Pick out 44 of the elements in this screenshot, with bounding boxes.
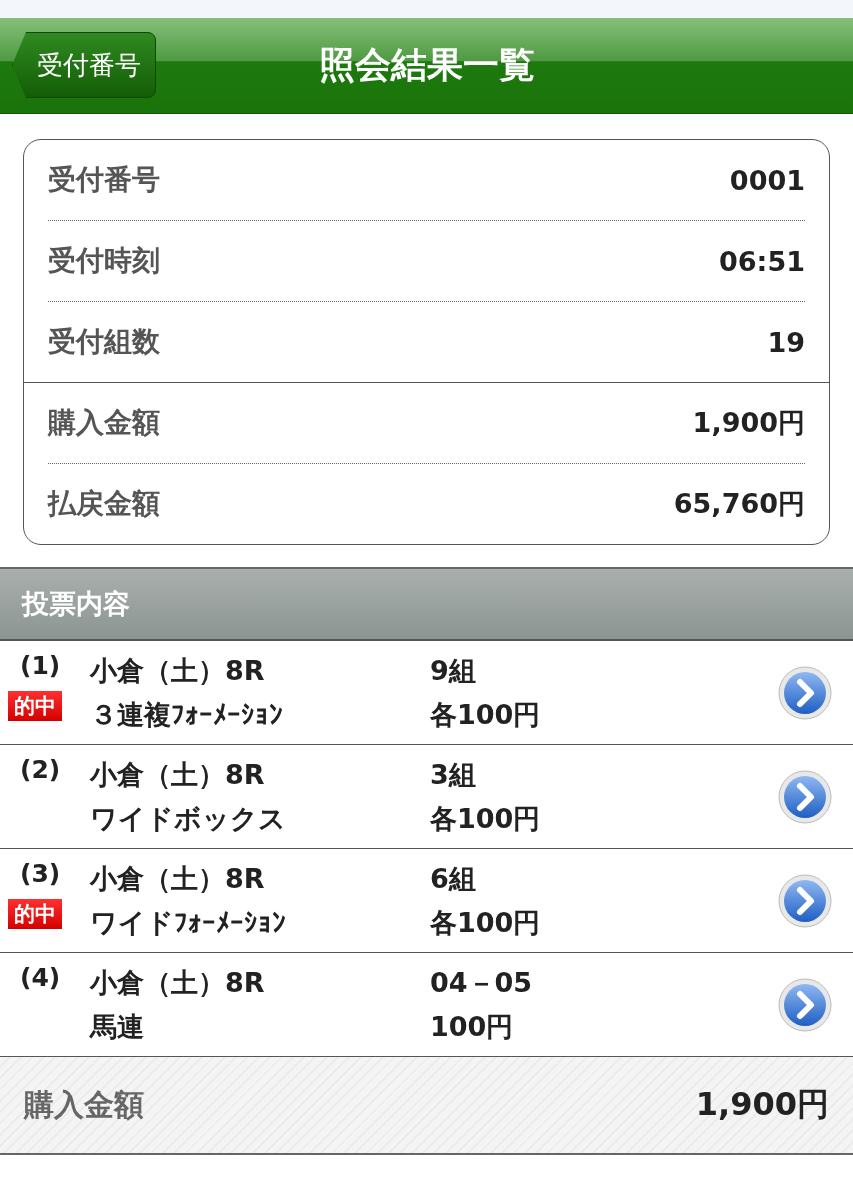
back-button[interactable]: 受付番号 [12,32,156,98]
bet-number: (3) [20,859,61,890]
hit-badge: 的中 [8,691,62,721]
race-name: 小倉（土）8R [90,965,266,1000]
bet-row[interactable]: (2) 小倉（土）8R ワイドボックス 3組 各100円 [0,745,853,849]
summary-value: 06:51 [719,245,805,277]
chevron-right-icon[interactable] [777,976,833,1033]
bet-count: 9組 [430,653,477,688]
bet-amount: 各100円 [430,801,542,836]
bet-number: (4) [20,963,61,994]
section-title: 投票内容 [22,587,130,621]
bet-count: 6組 [430,861,477,896]
summary-value: 0001 [729,164,805,196]
bet-amount: 各100円 [430,697,542,732]
bet-number: (1) [20,651,61,682]
bet-type: ３連複ﾌｫｰﾒｰｼｮﾝ [90,697,284,732]
hit-badge: 的中 [8,899,62,929]
summary-label: 払戻金額 [48,486,160,522]
summary-value: 1,900円 [692,406,805,440]
total-label: 購入金額 [24,1085,144,1124]
bet-row[interactable]: (1) 的中 小倉（土）8R ３連複ﾌｫｰﾒｰｼｮﾝ 9組 各100円 [0,641,853,745]
summary-value: 19 [767,326,805,358]
page-title: 照会結果一覧 [318,43,535,87]
summary-label: 購入金額 [48,405,160,441]
summary-label: 受付組数 [48,324,160,360]
chevron-right-icon[interactable] [777,872,833,929]
bet-type: ワイドボックス [90,801,287,836]
race-name: 小倉（土）8R [90,653,266,688]
bet-amount: 100円 [430,1009,515,1044]
bet-type: 馬連 [90,1009,145,1044]
summary-value: 65,760円 [673,487,805,521]
race-name: 小倉（土）8R [90,861,266,896]
race-name: 小倉（土）8R [90,757,266,792]
summary-label: 受付番号 [48,162,160,198]
bet-type: ワイドﾌｫｰﾒｰｼｮﾝ [90,905,287,940]
total-value: 1,900円 [695,1084,829,1125]
summary-label: 受付時刻 [48,243,160,279]
bet-count: 04－05 [430,965,534,1000]
bet-count: 3組 [430,757,477,792]
chevron-right-icon[interactable] [777,664,833,721]
bet-amount: 各100円 [430,905,542,940]
bet-row[interactable]: (3) 的中 小倉（土）8R ワイドﾌｫｰﾒｰｼｮﾝ 6組 各100円 [0,849,853,953]
chevron-right-icon[interactable] [777,768,833,825]
bet-number: (2) [20,755,61,786]
